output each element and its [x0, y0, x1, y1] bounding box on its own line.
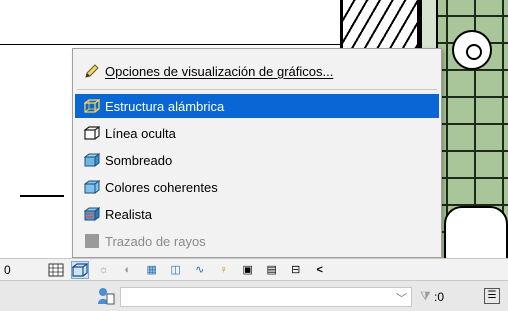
visual-style-menu: Opciones de visualización de gráficos...…: [72, 48, 442, 258]
menu-item-label: Línea oculta: [105, 125, 176, 141]
hidden-line-cube-icon: [83, 125, 101, 141]
shadows-icon[interactable]: ◐: [119, 261, 137, 279]
menu-item-consistent-colors[interactable]: Colores coherentes: [75, 175, 439, 199]
analytical-model-icon[interactable]: ▤: [263, 261, 281, 279]
pencil-icon: [83, 63, 101, 79]
realistic-cube-icon: [83, 206, 101, 222]
sun-path-icon[interactable]: ☼: [95, 261, 113, 279]
menu-item-label: Estructura alámbrica: [105, 98, 225, 114]
bathtub-symbol: [444, 206, 508, 266]
menu-item-shaded[interactable]: Sombreado: [75, 148, 439, 172]
worksharing-icon[interactable]: ▣: [239, 261, 257, 279]
drawing-line: [20, 195, 64, 197]
menu-item-label: Sombreado: [105, 152, 173, 168]
menu-separator: [77, 89, 437, 90]
drawing-line: [0, 44, 340, 45]
temporary-hide-icon[interactable]: ∿: [191, 261, 209, 279]
constraints-icon[interactable]: ⊟: [287, 261, 305, 279]
menu-item-label: Trazado de rayos: [105, 233, 206, 249]
filter-count: :0: [434, 290, 445, 304]
crop-region-icon[interactable]: ◫: [167, 261, 185, 279]
wireframe-cube-icon: [83, 98, 101, 114]
status-bar: ﹀ ⧩ :0 ☰: [0, 280, 508, 311]
view-control-bar: 0 ☼ ◐ ▦ ◫ ∿ ♀ ▣ ▤ ⊟ <: [0, 258, 508, 280]
collapse-toolbar-button[interactable]: <: [311, 261, 329, 279]
shaded-cube-icon: [83, 152, 101, 168]
workset-icon[interactable]: [97, 286, 115, 306]
scale-text: 0: [4, 262, 11, 277]
wall-hatch: [340, 0, 420, 50]
filter-icon[interactable]: ⧩: [420, 289, 431, 304]
visual-style-icon[interactable]: [70, 260, 89, 279]
menu-item-hidden-line[interactable]: Línea oculta: [75, 121, 439, 145]
menu-item-label: Realista: [105, 206, 152, 222]
menu-item-ray-trace: Trazado de rayos: [75, 229, 439, 253]
chevron-down-icon: ﹀: [396, 293, 407, 305]
workset-dropdown[interactable]: ﹀: [120, 287, 412, 307]
menu-item-label: Colores coherentes: [105, 179, 218, 195]
ray-trace-icon: [83, 233, 101, 249]
menu-item-wireframe[interactable]: Estructura alámbrica: [75, 94, 439, 118]
reveal-hidden-icon[interactable]: ♀: [215, 261, 233, 279]
menu-item-graphic-display-options[interactable]: Opciones de visualización de gráficos...: [75, 59, 439, 83]
menu-item-realistic[interactable]: Realista: [75, 202, 439, 226]
settings-icon[interactable]: ☰: [484, 288, 500, 304]
consistent-colors-cube-icon: [83, 179, 101, 195]
detail-level-icon[interactable]: [47, 261, 65, 279]
crop-view-icon[interactable]: ▦: [143, 261, 161, 279]
fixture-symbol: [452, 30, 492, 70]
menu-item-label: Opciones de visualización de gráficos...: [105, 63, 334, 79]
